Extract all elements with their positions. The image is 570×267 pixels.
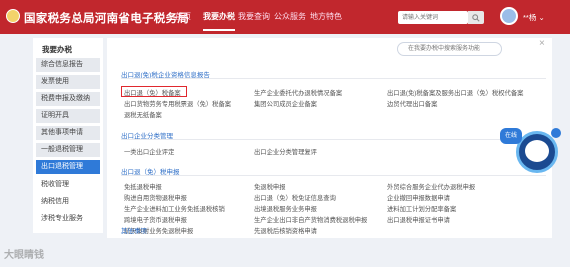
robot-icon	[525, 140, 549, 162]
service-search-input[interactable]	[397, 42, 502, 56]
link-exempt-query[interactable]: 出口退（免）税免证信息查询	[254, 193, 336, 202]
sidebar-item-professional[interactable]: 涉税专业服务	[36, 212, 100, 226]
nav-query[interactable]: 我要查询	[238, 11, 270, 22]
link-export-refund-filing[interactable]: 出口退（免）税备案	[124, 88, 181, 97]
link-processing-plan[interactable]: 进料加工计划分配率备案	[387, 204, 456, 213]
sidebar-item-certificate[interactable]: 证明开具	[36, 109, 100, 123]
site-title: 国家税务总局河南省电子税务局	[24, 13, 190, 25]
search-icon	[472, 13, 480, 22]
main-panel: × 出口退(免)税企业资格信息报告 出口退（免）税备案 生产企业委托代办退税情况…	[107, 38, 552, 238]
sidebar-item-other-request[interactable]: 其他事项申请	[36, 126, 100, 140]
link-withdraw-data[interactable]: 企业撤回申报数据申请	[387, 193, 450, 202]
sidebar-item-export-refund[interactable]: 出口退税管理	[36, 160, 100, 174]
chevron-down-icon: ⌄	[538, 13, 545, 22]
link-entrusted-filing[interactable]: 生产企业委托代办退税情况备案	[254, 88, 342, 97]
sidebar-item-credit[interactable]: 纳税信用	[36, 195, 100, 209]
link-special-ticket-filing[interactable]: 出口货物劳务专用税票退（免）税备案	[124, 99, 231, 108]
assistant-bubble[interactable]: 在线	[500, 128, 522, 144]
link-processing-writeoff[interactable]: 生产企业进料加工业务免抵退税核销	[124, 204, 225, 213]
sidebar-item-general-refund[interactable]: 一般退税管理	[36, 143, 100, 157]
nav-home[interactable]: 首页	[175, 11, 191, 22]
link-self-use-refund[interactable]: 购进自用货物退税申报	[124, 193, 187, 202]
nav-public-service[interactable]: 公众服务	[274, 11, 306, 22]
search-button[interactable]	[468, 11, 484, 24]
top-navigation-bar: 国家税务总局河南省电子税务局 首页 我要办税 我要查询 公众服务 地方特色 **…	[0, 0, 570, 34]
link-service-export-filing[interactable]: 出口退(免)税备案及服务出口退（免）税权代备案	[387, 88, 523, 97]
sidebar-item-invoice[interactable]: 发票使用	[36, 75, 100, 89]
link-foreign-trade-service[interactable]: 外贸综合服务企业代办退税申报	[387, 182, 475, 191]
link-exempt-refund[interactable]: 免抵退税申报	[124, 182, 162, 191]
sidebar-item-declaration[interactable]: 税费申报及缴纳	[36, 92, 100, 106]
avatar[interactable]	[500, 7, 518, 25]
header-search-input[interactable]	[398, 11, 468, 24]
link-border-trade-filing[interactable]: 边贸代理出口备案	[387, 99, 437, 108]
tax-emblem-icon	[6, 9, 20, 23]
link-group-member-filing[interactable]: 集团公司成员企业备案	[254, 99, 317, 108]
sidebar: 我要办税 综合信息报告 发票使用 税费申报及缴纳 证明开具 其他事项申请 一般退…	[33, 38, 103, 233]
link-exit-refund-service[interactable]: 出境退税服务业务申报	[254, 204, 317, 213]
sidebar-item-tax-management[interactable]: 税收管理	[36, 178, 100, 192]
divider	[121, 139, 546, 140]
link-consumption-tax[interactable]: 生产企业出口非自产货物消费税退税申报	[254, 215, 367, 224]
link-refund-first[interactable]: 先退税后核销资格申请	[254, 226, 317, 235]
dot-icon	[551, 128, 561, 138]
sidebar-item-info-report[interactable]: 综合信息报告	[36, 58, 100, 72]
link-class-one-evaluation[interactable]: 一类出口企业评定	[124, 147, 174, 156]
watermark: 大眼睛钱	[4, 250, 44, 261]
nav-do-tax[interactable]: 我要办税	[203, 11, 235, 31]
divider	[121, 78, 546, 79]
divider	[121, 175, 546, 176]
close-icon[interactable]: ×	[539, 38, 545, 49]
link-refund-declaration[interactable]: 免退税申报	[254, 182, 285, 191]
sidebar-title: 我要办税	[42, 45, 72, 54]
user-name[interactable]: **杨 ⌄	[523, 12, 545, 23]
link-certificate-request[interactable]: 出口退税申报证书申请	[387, 215, 450, 224]
nav-local-features[interactable]: 地方特色	[310, 11, 342, 22]
link-class-review[interactable]: 出口企业分类管理复评	[254, 147, 317, 156]
link-cross-border[interactable]: 跨境电子货币退税申报	[124, 215, 187, 224]
section-title-other-visible: 其他事项	[121, 228, 147, 235]
link-paperless-filing[interactable]: 退税无纸备案	[124, 110, 162, 119]
